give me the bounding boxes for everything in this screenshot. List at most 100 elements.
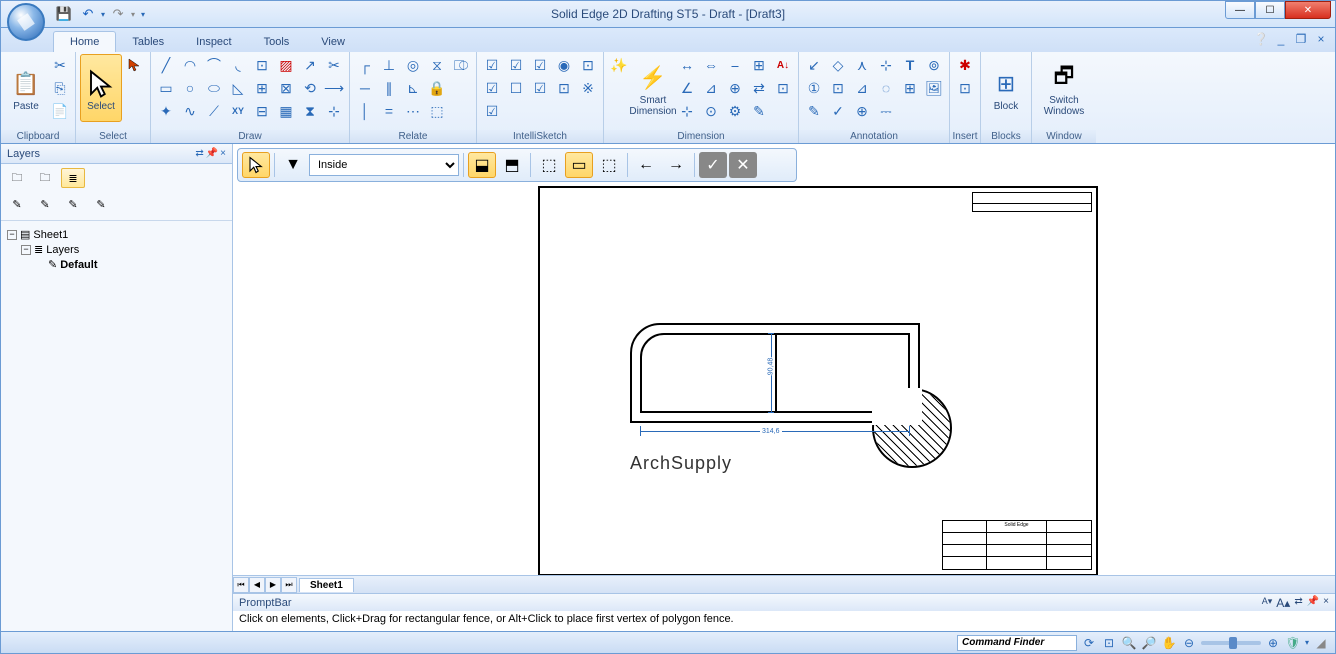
cb-select1-icon[interactable]: ⬚ — [535, 152, 563, 178]
smart-dimension-button[interactable]: ⚡ Smart Dimension — [632, 54, 674, 122]
character-map-icon[interactable]: ⊞ — [899, 77, 921, 99]
drawing-canvas[interactable]: 314,6 90,48 ArchSupply Solid Edge — [233, 186, 1335, 575]
ellipse-icon[interactable]: ⬭ — [203, 77, 225, 99]
tree-item-sheet[interactable]: − ▤ Sheet1 — [7, 227, 226, 242]
sb-pan-icon[interactable]: ✋ — [1161, 635, 1177, 651]
tree-item-default[interactable]: ✎ Default — [7, 257, 226, 272]
pattern-icon[interactable]: ⊠ — [275, 77, 297, 99]
block-button[interactable]: ⊞ Block — [985, 54, 1027, 122]
point-icon[interactable]: ✦ — [155, 100, 177, 122]
new-layer-icon[interactable]: ✎ — [5, 194, 29, 214]
dim-symm-icon[interactable]: ⇔ — [700, 54, 722, 76]
cb-filter-icon[interactable]: ▼ — [279, 152, 307, 178]
image-icon[interactable]: 🖼 — [923, 77, 945, 99]
cb-cancel-icon[interactable]: ✕ — [729, 152, 757, 178]
leader-icon[interactable]: ↙ — [803, 54, 825, 76]
trim-icon[interactable]: ✂ — [323, 54, 345, 76]
restore-doc-icon[interactable]: ❐ — [1293, 31, 1309, 47]
dimension-h-value[interactable]: 314,6 — [760, 428, 782, 435]
centerline-icon[interactable]: ⊹ — [875, 54, 897, 76]
select-options-icon[interactable] — [124, 54, 146, 76]
lock-icon[interactable]: 🔒 — [426, 77, 448, 99]
grid-icon[interactable]: ▦ — [275, 100, 297, 122]
copy-icon[interactable]: ⎘ — [49, 77, 71, 99]
is-silhouette-icon[interactable]: ※ — [577, 77, 599, 99]
tree-item-layers[interactable]: − ≣ Layers — [7, 242, 226, 257]
construction-icon[interactable]: ⊟ — [251, 100, 273, 122]
tab-tables[interactable]: Tables — [116, 32, 180, 52]
dim-maint-icon[interactable]: ⊡ — [772, 77, 794, 99]
sheet-tab-1[interactable]: Sheet1 — [299, 578, 354, 592]
vertical-icon[interactable]: │ — [354, 100, 376, 122]
datum-icon[interactable]: ◇ — [827, 54, 849, 76]
prompt-close-icon[interactable]: × — [1323, 596, 1329, 610]
perpendicular-icon[interactable]: ⊾ — [402, 77, 424, 99]
cb-accept-icon[interactable]: ✓ — [699, 152, 727, 178]
panel-close-icon[interactable]: × — [220, 148, 226, 159]
prompt-pin-icon[interactable]: 📌 — [1307, 596, 1319, 610]
expand-icon[interactable]: − — [21, 245, 31, 255]
redo-icon[interactable]: ↷ — [107, 4, 129, 24]
prompt-options-icon[interactable]: ⇄ — [1294, 596, 1302, 610]
connect-icon[interactable]: ┌ — [354, 54, 376, 76]
is-parallel-icon[interactable]: ☑ — [529, 77, 551, 99]
is-tangent-icon[interactable]: ☑ — [529, 54, 551, 76]
retrieve-dim-icon[interactable]: A↓ — [772, 54, 794, 76]
drawing-shape-divider[interactable] — [775, 333, 777, 413]
layers-tab-icon[interactable]: ≣ — [61, 168, 85, 188]
rotate-icon[interactable]: ⟲ — [299, 77, 321, 99]
layer-visibility-icon[interactable]: ✎ — [61, 194, 85, 214]
save-icon[interactable]: 💾 — [53, 4, 75, 24]
rigid-icon[interactable]: ⬚ — [426, 100, 448, 122]
dim-coord-icon[interactable]: ⊹ — [676, 100, 698, 122]
parallel-icon[interactable]: ∥ — [378, 77, 400, 99]
tangent-rel-icon[interactable]: ⊥ — [378, 54, 400, 76]
is-midpoint-icon[interactable]: ☑ — [481, 77, 503, 99]
tab-home[interactable]: Home — [53, 31, 116, 52]
sb-fit-icon[interactable]: ⊡ — [1101, 635, 1117, 651]
panel-options-icon[interactable]: ⇄ — [195, 148, 203, 159]
dim-wand-icon[interactable]: ✨ — [608, 54, 630, 76]
circle-icon[interactable]: ○ — [179, 77, 201, 99]
sb-shield-icon[interactable]: 🛡 — [1285, 635, 1301, 651]
sb-zoom-area-icon[interactable]: 🔍 — [1121, 635, 1137, 651]
text-profile-icon[interactable]: XY — [227, 100, 249, 122]
cb-prev-icon[interactable]: ← — [632, 152, 660, 178]
select-button[interactable]: Select — [80, 54, 122, 122]
sb-zoom-in-icon[interactable]: ⊕ — [1265, 635, 1281, 651]
edge-condition-icon[interactable]: ⊿ — [851, 77, 873, 99]
cb-top-icon[interactable]: ⬓ — [468, 152, 496, 178]
dim-arrange-icon[interactable]: ⇄ — [748, 77, 770, 99]
connector-icon[interactable]: ⎓ — [875, 100, 897, 122]
tab-inspect[interactable]: Inspect — [180, 32, 247, 52]
weld-icon[interactable]: ⋏ — [851, 54, 873, 76]
arc-icon[interactable]: ◠ — [179, 54, 201, 76]
relationship-icon[interactable]: ⎄ — [450, 54, 472, 76]
expand-icon[interactable]: − — [7, 230, 17, 240]
chamfer-icon[interactable]: ◺ — [227, 77, 249, 99]
sb-zoom-out-icon[interactable]: ⊖ — [1181, 635, 1197, 651]
dim-group-icon[interactable]: ⊞ — [748, 54, 770, 76]
rectangle-icon[interactable]: ▭ — [155, 77, 177, 99]
cb-cursor-icon[interactable] — [242, 152, 270, 178]
equal-icon[interactable]: = — [378, 100, 400, 122]
cb-bottom-icon[interactable]: ⬒ — [498, 152, 526, 178]
is-endpoint-icon[interactable]: ☑ — [481, 54, 503, 76]
sheet-first-icon[interactable]: ⏮ — [233, 577, 249, 593]
library-tab-icon[interactable]: 🗀 — [33, 168, 57, 188]
maximize-button[interactable]: ☐ — [1255, 1, 1285, 19]
prompt-font-small-icon[interactable]: A▾ — [1262, 596, 1273, 610]
insert-object-icon[interactable]: ✱ — [954, 54, 976, 76]
symmetric-offset-icon[interactable]: ⊞ — [251, 77, 273, 99]
cut-icon[interactable]: ✂ — [49, 54, 71, 76]
cb-options-select[interactable]: Inside — [309, 154, 459, 176]
bolt-circle-icon[interactable]: ◌ — [875, 77, 897, 99]
is-auto-icon[interactable]: ☑ — [481, 100, 503, 122]
callout-icon[interactable]: ✎ — [803, 100, 825, 122]
text-icon[interactable]: T — [899, 54, 921, 76]
tab-view[interactable]: View — [305, 32, 361, 52]
help-icon[interactable]: ❔ — [1253, 31, 1269, 47]
dim-dist-icon[interactable]: ↔ — [676, 54, 698, 76]
fill-icon[interactable]: ▨ — [275, 54, 297, 76]
undo-icon[interactable]: ↶ — [77, 4, 99, 24]
